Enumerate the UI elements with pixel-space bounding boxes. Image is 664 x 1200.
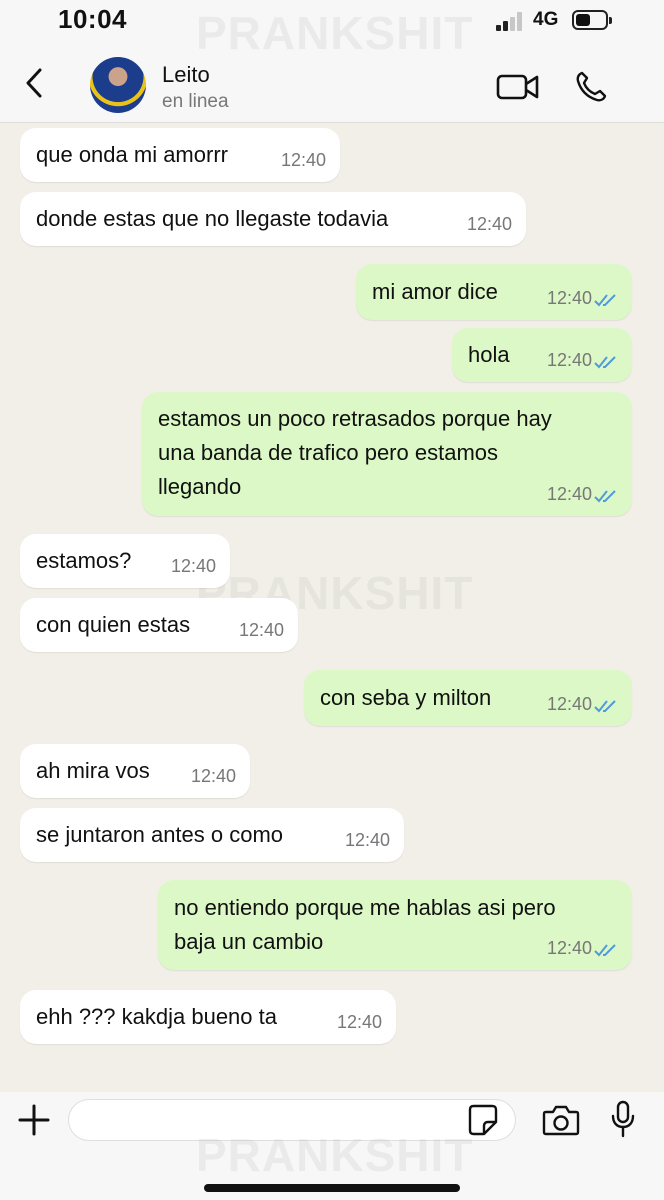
network-type: 4G: [533, 9, 559, 30]
message-line: estamos un poco retrasados porque hay: [158, 406, 552, 431]
message-outgoing[interactable]: hola 12:40: [452, 328, 632, 382]
message-incoming[interactable]: ehh ??? kakdja bueno ta 12:40: [20, 990, 396, 1044]
message-text: no entiendo porque me hablas asi pero ba…: [174, 891, 556, 959]
plus-icon[interactable]: [18, 1104, 50, 1136]
signal-icon: [496, 11, 524, 31]
chevron-left-icon[interactable]: [20, 66, 50, 100]
message-text: mi amor dice: [372, 279, 498, 304]
read-ticks-icon: [594, 294, 616, 307]
read-ticks-icon: [594, 356, 616, 369]
sticker-icon[interactable]: [468, 1104, 498, 1136]
message-time: 12:40: [546, 350, 592, 370]
message-incoming[interactable]: con quien estas 12:40: [20, 598, 298, 652]
microphone-icon[interactable]: [610, 1100, 636, 1138]
message-time: 12:40: [170, 556, 216, 576]
message-input[interactable]: [68, 1099, 516, 1141]
message-time: 12:40: [238, 620, 284, 640]
message-text: estamos un poco retrasados porque hay un…: [158, 402, 552, 504]
status-bar: 10:04 4G: [0, 0, 664, 44]
message-incoming[interactable]: se juntaron antes o como 12:40: [20, 808, 404, 862]
message-time: 12:40: [280, 150, 326, 170]
read-ticks-icon: [594, 944, 616, 957]
message-text: estamos?: [36, 548, 132, 573]
message-outgoing[interactable]: mi amor dice 12:40: [356, 264, 632, 320]
message-text: con quien estas: [36, 612, 191, 637]
message-line: baja un cambio: [174, 929, 324, 954]
message-text: que onda mi amorrr: [36, 142, 228, 167]
message-text: hola: [468, 342, 510, 367]
message-incoming[interactable]: estamos? 12:40: [20, 534, 230, 588]
home-indicator[interactable]: [204, 1184, 460, 1192]
message-time: 12:40: [546, 484, 592, 504]
chat-header: Leito en linea: [0, 44, 664, 123]
message-line: llegando: [158, 474, 242, 499]
contact-name[interactable]: Leito: [162, 62, 210, 88]
message-incoming[interactable]: ah mira vos 12:40: [20, 744, 250, 798]
message-outgoing[interactable]: estamos un poco retrasados porque hay un…: [142, 392, 632, 516]
message-time: 12:40: [546, 288, 592, 308]
message-time: 12:40: [546, 938, 592, 958]
status-time: 10:04: [58, 4, 127, 34]
message-text: con seba y milton: [320, 685, 492, 710]
message-line: una banda de trafico pero estamos: [158, 440, 499, 465]
phone-icon[interactable]: [574, 70, 608, 104]
message-text: donde estas que no llegaste todavia: [36, 206, 389, 231]
message-list: que onda mi amorrr 12:40 donde estas que…: [0, 122, 664, 1092]
message-time: 12:40: [190, 766, 236, 786]
message-time: 12:40: [344, 830, 390, 850]
video-camera-icon[interactable]: [496, 72, 540, 102]
message-incoming[interactable]: que onda mi amorrr 12:40: [20, 128, 340, 182]
read-ticks-icon: [594, 700, 616, 713]
message-text: se juntaron antes o como: [36, 822, 284, 847]
message-time: 12:40: [466, 214, 512, 234]
avatar[interactable]: [90, 57, 146, 113]
message-time: 12:40: [336, 1012, 382, 1032]
message-line: no entiendo porque me hablas asi pero: [174, 895, 556, 920]
presence-status: en linea: [162, 91, 229, 112]
message-time: 12:40: [546, 694, 592, 714]
message-outgoing[interactable]: con seba y milton 12:40: [304, 670, 632, 726]
camera-icon[interactable]: [542, 1104, 580, 1136]
battery-icon: [572, 10, 612, 30]
message-text: ehh ??? kakdja bueno ta: [36, 1004, 277, 1029]
message-incoming[interactable]: donde estas que no llegaste todavia 12:4…: [20, 192, 526, 246]
message-text: ah mira vos: [36, 758, 150, 783]
message-outgoing[interactable]: no entiendo porque me hablas asi pero ba…: [158, 880, 632, 970]
read-ticks-icon: [594, 490, 616, 503]
